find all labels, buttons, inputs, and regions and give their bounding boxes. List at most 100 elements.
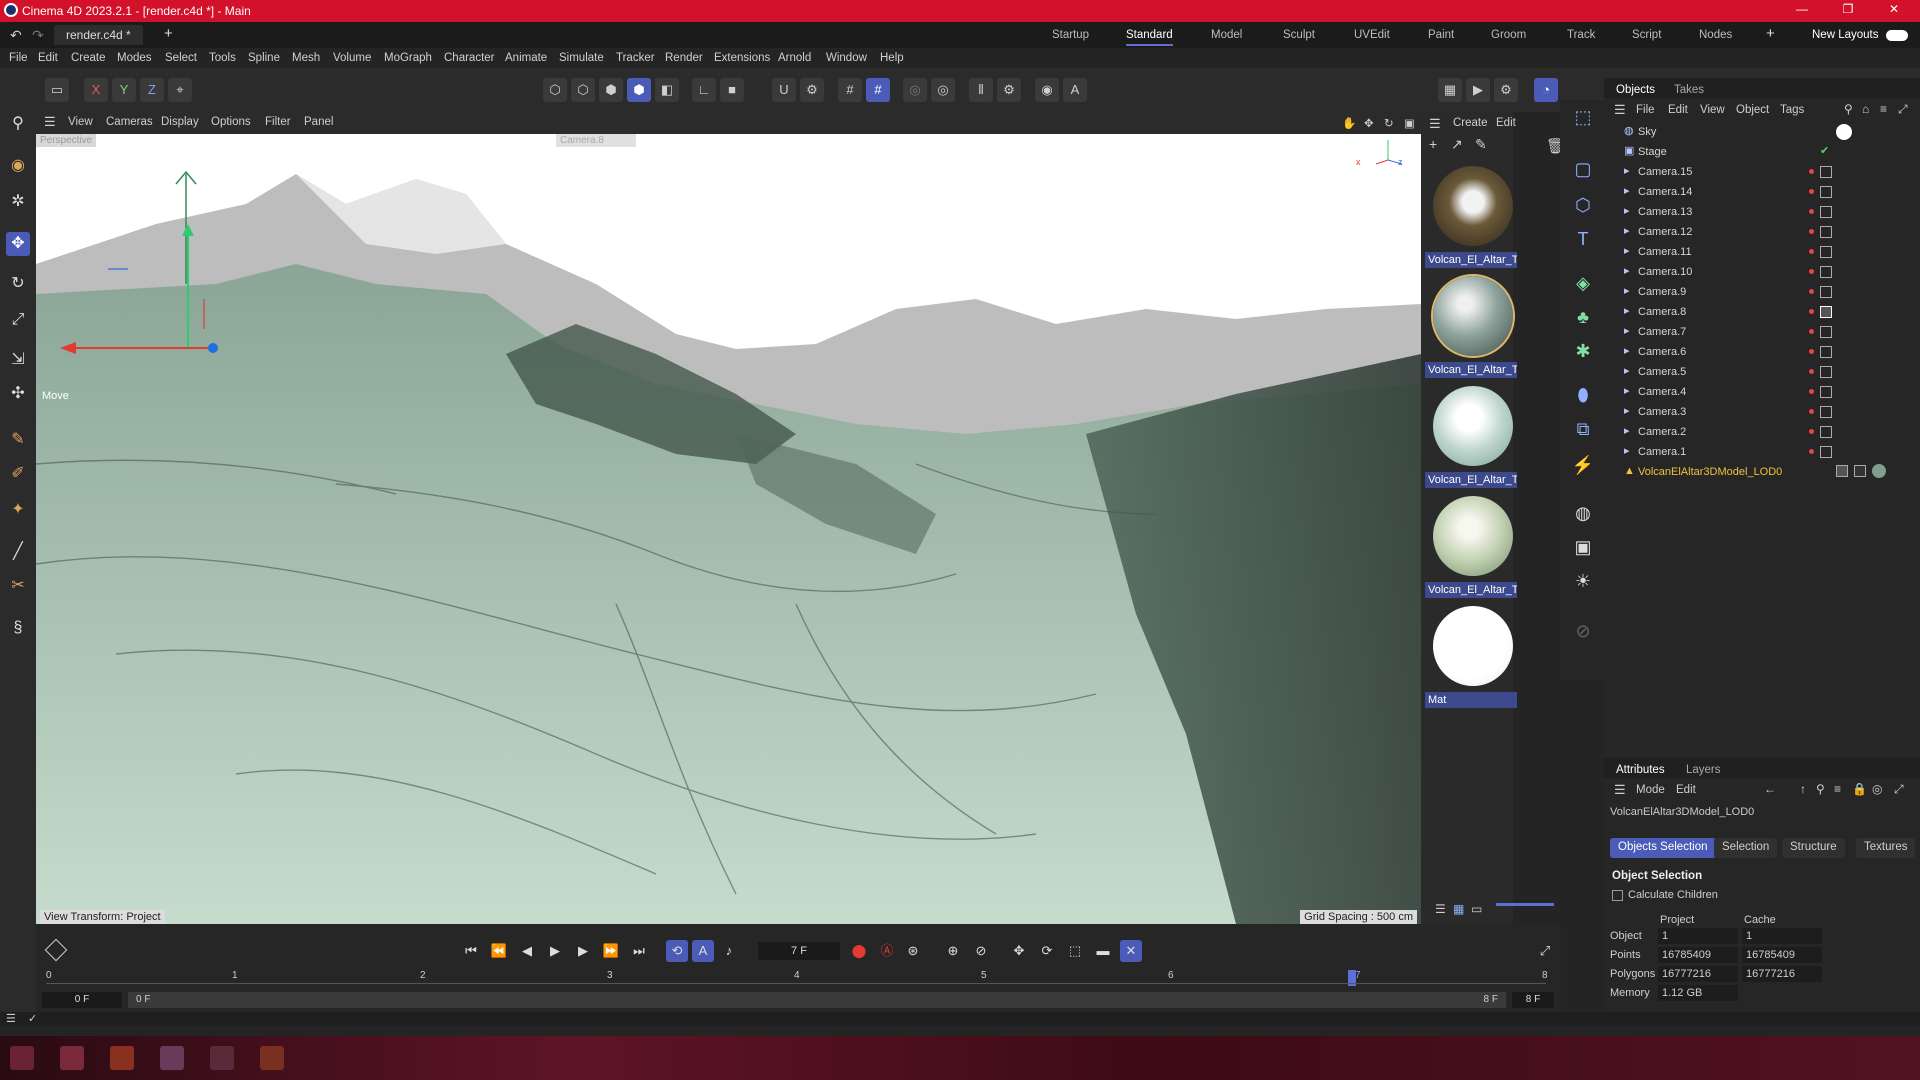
next-key-icon[interactable]: ⏩ — [600, 940, 622, 962]
toggle-view-icon[interactable]: ▣ — [1404, 116, 1415, 130]
go-to-end-icon[interactable]: ⏭ — [628, 940, 650, 962]
new-layouts-toggle[interactable] — [1886, 30, 1908, 41]
attribute-target-icon[interactable]: ◎ — [1872, 782, 1882, 796]
selection-tool-icon[interactable]: ◉ — [6, 154, 30, 178]
snap-settings-icon[interactable]: ⚙ — [800, 78, 824, 102]
object-row-camera[interactable]: ▸ Camera.15 — [1604, 162, 1920, 182]
environment-icon[interactable]: ◍ — [1570, 500, 1596, 526]
camera-tag-icon[interactable] — [1820, 266, 1832, 278]
camera-tag-icon[interactable] — [1820, 406, 1832, 418]
menu-extensions[interactable]: Extensions — [714, 52, 770, 64]
taskbar-app-icon[interactable] — [160, 1046, 184, 1070]
object-row-camera[interactable]: ▸ Camera.1 — [1604, 442, 1920, 462]
spline-object-icon[interactable]: ▢ — [1570, 156, 1596, 182]
coordinate-system-icon[interactable]: ⌖ — [168, 78, 192, 102]
camera-tag-icon[interactable] — [1820, 286, 1832, 298]
object-home-icon[interactable]: ⌂ — [1862, 102, 1869, 116]
object-search-icon[interactable]: ⚲ — [1844, 102, 1853, 116]
field-icon[interactable]: ⬮ — [1570, 382, 1596, 408]
modeling-settings-icon[interactable]: ⚙ — [997, 78, 1021, 102]
loop-icon[interactable]: ⟲ — [666, 940, 688, 962]
menu-tracker[interactable]: Tracker — [616, 52, 655, 64]
visibility-dot[interactable] — [1809, 269, 1814, 274]
layout-startup[interactable]: Startup — [1052, 29, 1089, 41]
camera-tag-icon[interactable] — [1820, 346, 1832, 358]
layout-standard[interactable]: Standard — [1126, 29, 1173, 46]
axis-y-toggle[interactable]: Y — [112, 78, 136, 102]
structure-button[interactable]: Structure — [1782, 838, 1845, 858]
viewport-menu-filter[interactable]: Filter — [265, 116, 291, 128]
camera-preset-icon[interactable]: ▭ — [45, 78, 69, 102]
close-icon[interactable]: ✕ — [1872, 2, 1916, 20]
visibility-dot[interactable] — [1809, 449, 1814, 454]
scale-tool-icon[interactable]: ⤢ — [6, 308, 30, 332]
camera-tag-icon[interactable] — [1820, 166, 1832, 178]
material-item[interactable]: Volcan_El_Altar_Te — [1425, 162, 1517, 270]
up-arrow-icon[interactable]: ↑ — [1800, 782, 1806, 796]
deformer-icon[interactable]: ✱ — [1570, 338, 1596, 364]
selection-button[interactable]: Selection — [1714, 838, 1778, 858]
viewport-hamburger-icon[interactable]: ☰ — [44, 114, 56, 130]
axis-x-toggle[interactable]: X — [84, 78, 108, 102]
viewport-menu-cameras[interactable]: Cameras — [106, 116, 153, 128]
object-row-camera[interactable]: ▸ Camera.12 — [1604, 222, 1920, 242]
edges-mode-icon[interactable]: ⬡ — [571, 78, 595, 102]
previous-key-icon[interactable]: ⏪ — [488, 940, 510, 962]
disabled-tool-icon[interactable]: ⊘ — [1570, 618, 1596, 644]
record-icon[interactable]: ⬤ — [848, 940, 870, 962]
sky-material-tag[interactable] — [1836, 124, 1852, 140]
list-view-icon[interactable]: ☰ — [1435, 902, 1446, 916]
light-object-icon[interactable]: ☀ — [1570, 568, 1596, 594]
material-item[interactable]: Mat — [1425, 602, 1517, 710]
check-tag-icon[interactable]: ✔ — [1820, 144, 1829, 157]
effector-icon[interactable]: ⚡ — [1570, 452, 1596, 478]
sculpt-brush-icon[interactable]: ✦ — [6, 498, 30, 522]
axis-mode-icon[interactable]: ∟ — [692, 78, 716, 102]
object-menu-tags[interactable]: Tags — [1780, 104, 1804, 116]
tab-objects[interactable]: Objects — [1616, 84, 1655, 96]
render-settings-icon[interactable]: ⚙ — [1494, 78, 1518, 102]
menu-file[interactable]: File — [9, 52, 28, 64]
camera-tag-icon[interactable] — [1820, 326, 1832, 338]
taskbar-app-icon[interactable] — [210, 1046, 234, 1070]
viewport-menu-options[interactable]: Options — [211, 116, 251, 128]
material-item[interactable]: Volcan_El_Altar_Te — [1425, 382, 1517, 490]
camera-tag-icon[interactable] — [1820, 206, 1832, 218]
rotate-view-icon[interactable]: ↻ — [1384, 116, 1394, 130]
attribute-expand-icon[interactable]: ⤢ — [1894, 782, 1904, 797]
visibility-dot[interactable] — [1809, 229, 1814, 234]
tab-attributes[interactable]: Attributes — [1616, 764, 1665, 776]
visibility-dot[interactable] — [1809, 389, 1814, 394]
visibility-dot[interactable] — [1809, 289, 1814, 294]
menu-create[interactable]: Create — [71, 52, 106, 64]
snap-tool-icon[interactable]: ✣ — [6, 382, 30, 406]
object-row-stage[interactable]: ▣ Stage ✔ — [1604, 142, 1920, 162]
points-mode-icon[interactable]: ⬡ — [543, 78, 567, 102]
workplane-icon[interactable]: ◎ — [931, 78, 955, 102]
visibility-dot[interactable] — [1809, 309, 1814, 314]
object-row-camera[interactable]: ▸ Camera.7 — [1604, 322, 1920, 342]
interpolation-icon[interactable]: ✕ — [1120, 940, 1142, 962]
attribute-search-icon[interactable]: ⚲ — [1816, 782, 1825, 796]
sound-icon[interactable]: ♪ — [718, 940, 740, 962]
spline-smooth-icon[interactable]: § — [6, 616, 30, 640]
polygons-mode-icon[interactable]: ⬢ — [599, 78, 623, 102]
viewport-camera-label[interactable]: Camera.8 — [556, 134, 636, 147]
tab-takes[interactable]: Takes — [1674, 84, 1704, 96]
mograph-cloner-icon[interactable]: ♣ — [1570, 304, 1596, 330]
new-tab-icon[interactable]: + — [164, 25, 173, 42]
playback-rate-icon[interactable]: A — [692, 940, 714, 962]
next-frame-icon[interactable]: ▶ — [572, 940, 594, 962]
magnet-icon[interactable]: U — [772, 78, 796, 102]
pla-key-icon[interactable]: ▬ — [1092, 940, 1114, 962]
transform-tool-icon[interactable]: ⇲ — [6, 348, 30, 372]
object-row-camera[interactable]: ▸ Camera.14 — [1604, 182, 1920, 202]
object-row-camera[interactable]: ▸ Camera.8 — [1604, 302, 1920, 322]
undo-icon[interactable]: ↶ — [10, 27, 22, 44]
taskbar-app-icon[interactable] — [60, 1046, 84, 1070]
active-camera-tag-icon[interactable] — [1820, 306, 1832, 318]
timeline-expand-icon[interactable]: ⤢ — [1534, 940, 1556, 962]
taskbar-app-icon[interactable] — [110, 1046, 134, 1070]
object-row-camera[interactable]: ▸ Camera.2 — [1604, 422, 1920, 442]
visibility-dot[interactable] — [1809, 429, 1814, 434]
